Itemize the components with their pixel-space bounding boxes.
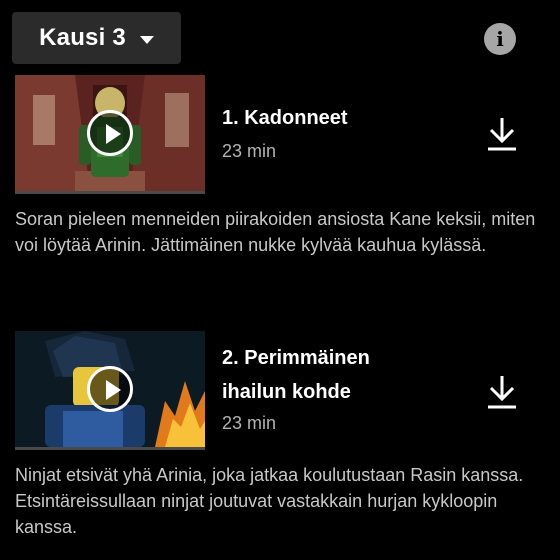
episode-thumbnail[interactable]	[15, 75, 205, 191]
episode-duration: 23 min	[222, 413, 277, 433]
episode-title[interactable]: 2. Perimmäinen ihailun kohde	[222, 341, 422, 409]
play-icon[interactable]	[87, 366, 133, 412]
info-icon[interactable]: i	[484, 23, 516, 55]
progress-bar	[15, 447, 205, 450]
episode-list-screen: Kausi 3 i 1. Kadonneet 23 min Soran piel…	[0, 0, 560, 560]
season-label: Kausi 3	[39, 24, 126, 51]
play-icon[interactable]	[87, 110, 133, 156]
season-dropdown[interactable]: Kausi 3	[12, 12, 181, 64]
download-icon[interactable]	[486, 374, 518, 410]
episode-title[interactable]: 1. Kadonneet	[222, 101, 348, 135]
chevron-down-icon	[139, 35, 154, 44]
episode-synopsis: Soran pieleen menneiden piirakoiden ansi…	[15, 209, 536, 255]
progress-bar	[15, 191, 205, 194]
episode-synopsis: Ninjat etsivät yhä Arinia, joka jatkaa k…	[15, 465, 524, 537]
download-icon[interactable]	[486, 116, 518, 152]
episode-duration: 23 min	[222, 141, 277, 161]
episode-thumbnail[interactable]	[15, 331, 205, 447]
